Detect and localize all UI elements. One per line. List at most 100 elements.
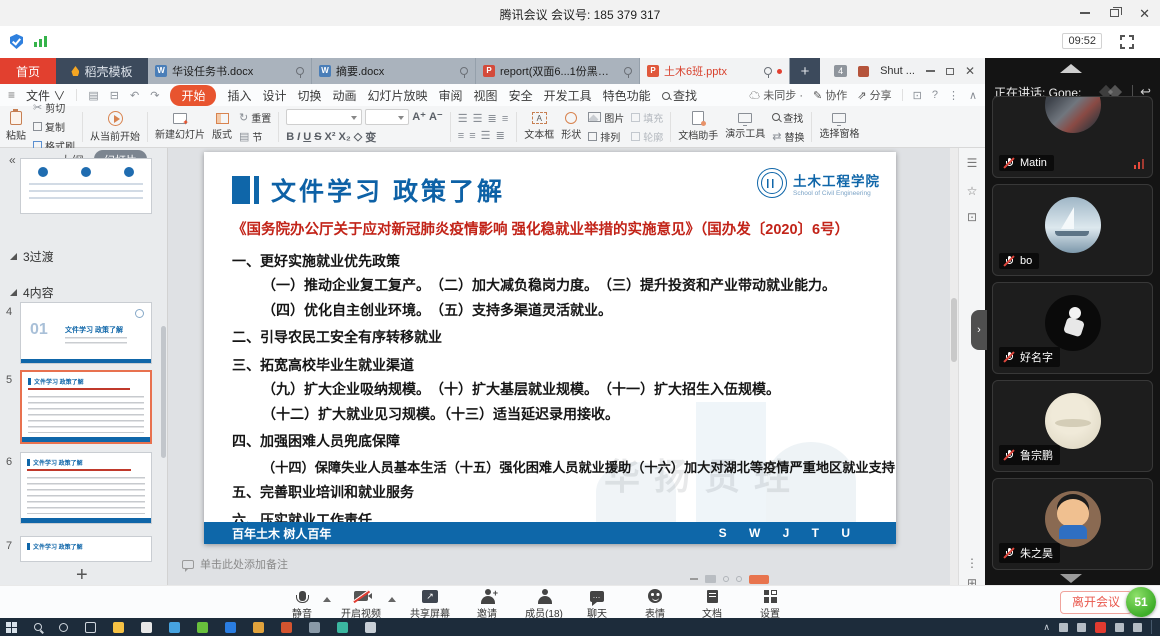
tray-icon[interactable] (1115, 623, 1124, 632)
menu-tab-start[interactable]: 开始 (170, 85, 216, 106)
shape-button[interactable]: 形状 (561, 112, 581, 141)
external-app-icon[interactable] (858, 66, 869, 77)
selection-pane-button[interactable]: 选择窗格 (819, 113, 859, 140)
thumbnail-slide-5-selected[interactable]: 文件学习 政策了解 (20, 370, 152, 444)
taskbar-app-icon[interactable] (59, 623, 68, 632)
section-content[interactable]: 4内容 (10, 284, 54, 301)
present-tools-button[interactable]: 演示工具 (725, 113, 765, 140)
taskbar-app-icon[interactable] (337, 622, 348, 633)
superscript-button[interactable]: X² (325, 131, 336, 143)
layout-button[interactable]: 版式 (212, 113, 232, 141)
participant-tile[interactable]: 好名字 (992, 282, 1153, 374)
menu-tab-transition[interactable]: 切换 (297, 87, 321, 104)
tab-doc-pdf[interactable]: Preport(双面6...1份黑白) .pdf (476, 58, 640, 84)
video-options-caret[interactable] (388, 597, 396, 602)
underline-button[interactable]: U (303, 131, 311, 143)
panel-collapse-button[interactable]: « (9, 153, 16, 167)
thumbnail-slide-7[interactable]: 文件学习 政策了解 (20, 536, 152, 562)
members-button[interactable]: 成员(18) (513, 588, 575, 620)
replace-button[interactable]: ⇄替换 (772, 129, 804, 144)
list-buttons[interactable]: ☰ ☰ ≣ ≡ (458, 112, 510, 125)
menu-find[interactable]: 查找 (662, 87, 697, 104)
slideshow-button[interactable] (749, 575, 769, 584)
notes-placeholder[interactable]: 单击此处添加备注 (182, 556, 288, 572)
wps-close-icon[interactable]: ✕ (965, 65, 975, 77)
wps-restore-icon[interactable] (946, 68, 954, 75)
leave-meeting-button[interactable]: 离开会议 (1060, 591, 1132, 614)
emoji-button[interactable]: 表情 (627, 588, 683, 620)
animation-pane-icon[interactable]: ⊡ (959, 210, 985, 224)
more-icon[interactable]: ⋮ (948, 89, 959, 102)
slide-canvas[interactable]: 华扬贯珄 文件学习 政策了解 土木工程学院 School of Civil En… (204, 152, 896, 544)
minimize-icon[interactable] (1080, 12, 1090, 14)
menu-tab-view[interactable]: 视图 (474, 87, 498, 104)
save-icon[interactable]: ▤ (88, 89, 98, 102)
view-icon[interactable] (690, 578, 698, 580)
share-button[interactable]: ⇗ 分享 (857, 87, 891, 103)
show-desktop-button[interactable] (1151, 620, 1154, 634)
strike-button[interactable]: S (314, 131, 321, 143)
font-size-select[interactable] (365, 109, 409, 125)
menu-tab-slideshow[interactable]: 幻灯片放映 (368, 87, 428, 104)
wps-minimize-icon[interactable] (926, 70, 935, 72)
taskbar-app-icon[interactable] (197, 622, 208, 633)
menu-tab-devtools[interactable]: 开发工具 (544, 87, 592, 104)
external-app-label[interactable]: Shut ... (880, 65, 915, 77)
thumbnail-slide-partial[interactable] (20, 158, 152, 214)
scroll-up-icon[interactable] (1060, 64, 1082, 73)
tab-doc-word2[interactable]: W摘要.docx (312, 58, 476, 84)
taskbar-search-icon[interactable] (34, 623, 42, 631)
view-icon[interactable] (705, 575, 716, 583)
start-button[interactable] (6, 622, 17, 633)
thumbnail-slide-4[interactable]: 01 文件学习 政策了解 (20, 302, 152, 364)
menu-tab-features[interactable]: 特色功能 (603, 87, 651, 104)
view-icon[interactable] (736, 576, 742, 582)
subscript-button[interactable]: X₂ (339, 131, 351, 143)
task-view-icon[interactable] (85, 622, 96, 633)
file-explorer-icon[interactable] (113, 622, 124, 633)
section-button[interactable]: ▤节 (239, 129, 271, 144)
menu-tab-design[interactable]: 设计 (262, 87, 286, 104)
hamburger-icon[interactable]: ≡ (8, 88, 15, 102)
thumbnail-slide-6[interactable]: 文件学习 政策了解 (20, 452, 152, 524)
find-button[interactable]: 查找 (772, 110, 804, 125)
taskbar-app-icon[interactable] (253, 622, 264, 633)
close-icon[interactable]: ✕ (1139, 7, 1150, 20)
participant-tile[interactable]: 鲁宗鹏 (992, 380, 1153, 472)
taskbar-app-icon[interactable] (281, 622, 292, 633)
invite-button[interactable]: + 邀请 (459, 588, 515, 620)
tab-docer[interactable]: 稻壳模板 (56, 58, 148, 84)
tray-icon[interactable] (1133, 623, 1142, 632)
tray-icon[interactable] (1059, 623, 1068, 632)
align-buttons[interactable]: ≡ ≡ ☰ ≣ (458, 129, 510, 142)
undo-icon[interactable]: ↶ (130, 89, 139, 102)
collapse-ribbon-icon[interactable]: ∧ (969, 89, 977, 102)
tab-doc-word1[interactable]: W华设任务书.docx (148, 58, 312, 84)
bold-button[interactable]: B (286, 131, 294, 143)
text-effect-button[interactable]: 变 (365, 129, 376, 145)
restore-icon[interactable] (1110, 9, 1119, 17)
picture-button[interactable]: 图片 (588, 110, 624, 125)
docs-button[interactable]: 文档 (684, 588, 740, 620)
font-smaller-button[interactable]: A⁻ (429, 110, 443, 123)
tray-icon[interactable] (1077, 623, 1086, 632)
beautify-icon[interactable]: ☆ (959, 184, 985, 198)
scroll-down-icon[interactable] (1060, 574, 1082, 583)
tab-doc-pptx-active[interactable]: P土木6班.pptx (640, 58, 790, 84)
taskbar-app-icon[interactable] (225, 622, 236, 633)
paste-button[interactable]: 粘贴 (6, 111, 26, 142)
video-button[interactable]: 开启视频 (333, 588, 389, 620)
pin-icon[interactable] (624, 67, 632, 75)
italic-button[interactable]: I (297, 131, 300, 143)
meeting-protect-shield-icon[interactable] (10, 34, 23, 49)
copy-button[interactable]: 复制 (33, 119, 75, 134)
font-family-select[interactable] (286, 109, 362, 125)
font-bigger-button[interactable]: A⁺ (412, 110, 426, 123)
speed-ball[interactable]: 51 (1126, 587, 1156, 617)
tray-expand-icon[interactable]: ∧ (1043, 622, 1050, 633)
fill-button[interactable]: 填充 (631, 110, 663, 125)
cut-button[interactable]: ✂剪切 (33, 100, 75, 115)
tray-notification-icon[interactable] (1095, 622, 1106, 633)
menu-tab-security[interactable]: 安全 (509, 87, 533, 104)
reset-button[interactable]: ↻重置 (239, 110, 271, 125)
